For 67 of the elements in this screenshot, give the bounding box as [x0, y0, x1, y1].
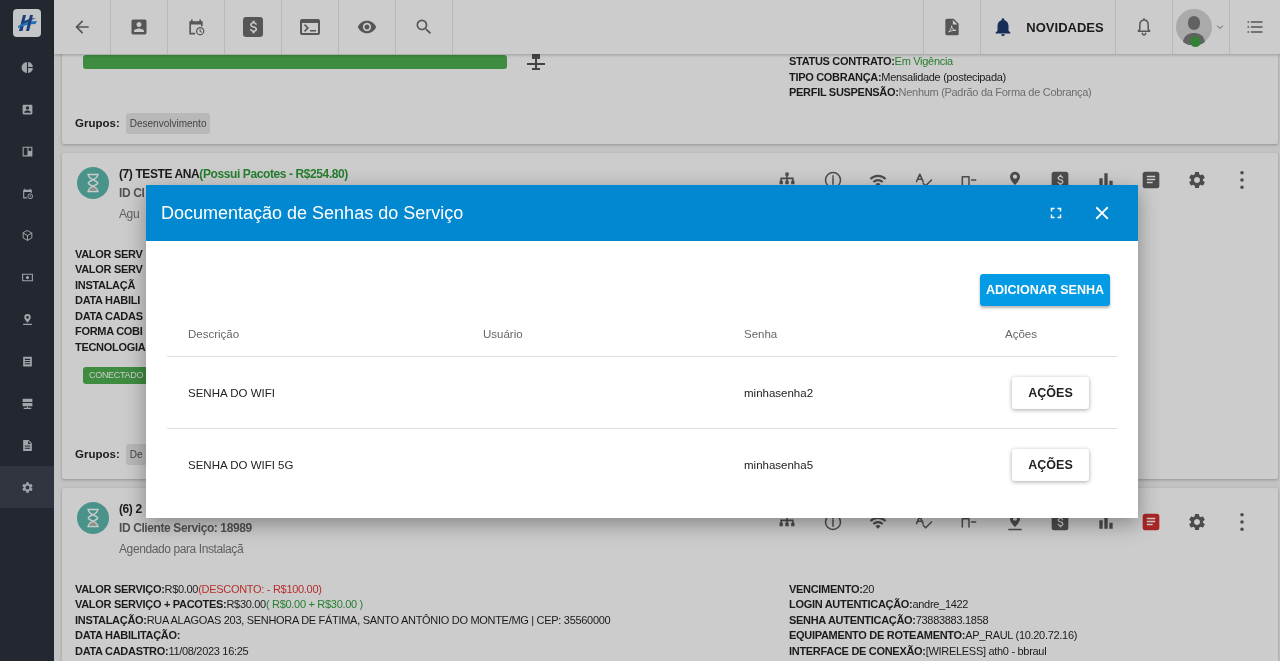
group-tag: De — [125, 443, 147, 465]
info-line: TECNOLOGIA — [75, 339, 146, 355]
table-cell-text: SENHA DO WIFI — [187, 386, 276, 399]
settings-icon — [1186, 169, 1207, 190]
pdf-file-icon — [942, 17, 962, 37]
service-title: (6) 2 — [119, 501, 142, 516]
info-line: VALOR SERV — [75, 262, 143, 277]
notes-icon — [1141, 169, 1162, 190]
calendar-clock-icon — [20, 186, 34, 200]
contact-icon — [20, 102, 34, 116]
column-header: Descrição — [187, 328, 241, 340]
settings-icon — [1186, 511, 1207, 532]
info-line: INSTALAÇÃ — [75, 277, 136, 293]
calendar-clock-icon — [186, 17, 206, 37]
info-line: VALOR SERV — [75, 246, 143, 262]
dollar-icon — [241, 15, 265, 39]
info-line: VALOR SERVIÇO:R$0.00(DESCONTO: - R$100.00) — [75, 581, 322, 597]
contact-icon — [129, 17, 149, 37]
actions-button[interactable]: AÇÕES — [1012, 448, 1089, 481]
info-line: VENCIMENTO:20 — [789, 581, 875, 597]
hourglass-avatar-icon — [77, 166, 109, 199]
info-line: PERFIL SUSPENSÃO:Nenhum (Padrão da Forma de Cobrança) — [789, 85, 1092, 100]
cube-icon — [20, 228, 34, 242]
info-line: VALOR SERVIÇO + PACOTES:R$30.00( R$0.00 + R$30.00 ) — [75, 597, 363, 612]
service-status: Agu — [119, 205, 140, 223]
dialog-title: Documentação de Senhas do Serviço — [161, 202, 465, 224]
search-icon — [414, 17, 434, 37]
info-line: SENHA AUTENTICAÇÃO:73883883.1858 — [789, 612, 989, 628]
logo-icon — [13, 9, 41, 37]
more-icon — [1240, 170, 1245, 189]
sidebar-item[interactable] — [0, 466, 54, 508]
notes-icon — [1141, 511, 1162, 532]
info-line: DATA CADASTRO:11/08/2023 16:25 — [75, 643, 249, 659]
info-line: LOGIN AUTENTICAÇÃO:andre_1422 — [789, 597, 969, 612]
info-line: EQUIPAMENTO DE ROTEAMENTO:AP_RAUL (10.20.72.16) — [789, 628, 1078, 643]
info-line: INTERFACE DE CONEXÃO:[WIRELESS] ath0 - bbraul — [789, 643, 1047, 659]
service-id: ID Cl — [119, 184, 145, 202]
service-status: Agendado para Instalaçã — [119, 540, 244, 558]
info-line: DATA CADAS — [75, 308, 143, 324]
service-title: (7) TESTE ANA(Possui Pacotes - R$254.80) — [119, 166, 348, 181]
table-cell-text: SENHA DO WIFI 5G — [187, 458, 295, 471]
group-tag: Desenvolvimento — [125, 112, 211, 134]
dashboard-icon — [20, 144, 34, 158]
groups-label: Grupos: — [75, 117, 120, 129]
info-line: TIPO COBRANÇA:Mensalidade (postecipada) — [789, 69, 1006, 85]
pie-chart-icon — [20, 60, 34, 74]
info-line: DATA HABILI — [75, 293, 140, 308]
location-pin-icon — [20, 312, 34, 326]
info-line: STATUS CONTRATO:Em Vigência — [789, 54, 953, 69]
column-header: Ações — [1004, 328, 1038, 340]
server-icon — [20, 396, 34, 410]
hourglass-avatar-icon — [77, 501, 109, 534]
table-cell-text: minhasenha2 — [743, 386, 815, 399]
column-header: Senha — [743, 328, 779, 340]
table-cell-text: minhasenha5 — [743, 458, 815, 471]
column-header: Usuário — [482, 328, 524, 340]
info-line: INSTALAÇÃO:RUA ALAGOAS 203, SENHORA DE FÁTIMA, SANTO ANTÔNIO DO MONTE/MG | CEP: 35560000 — [75, 612, 611, 628]
info-line: DATA HABILITAÇÃO: — [75, 628, 181, 643]
actions-button[interactable]: AÇÕES — [1012, 376, 1089, 409]
list-icon — [20, 354, 34, 368]
groups-label: Grupos: — [75, 448, 120, 460]
user-avatar — [1176, 9, 1212, 45]
service-id: ID Cliente Serviço: 18989 — [119, 519, 252, 537]
settings-icon — [20, 480, 34, 494]
document-icon — [20, 438, 34, 452]
more-icon — [1240, 512, 1245, 531]
info-line: FORMA COBI — [75, 324, 143, 339]
